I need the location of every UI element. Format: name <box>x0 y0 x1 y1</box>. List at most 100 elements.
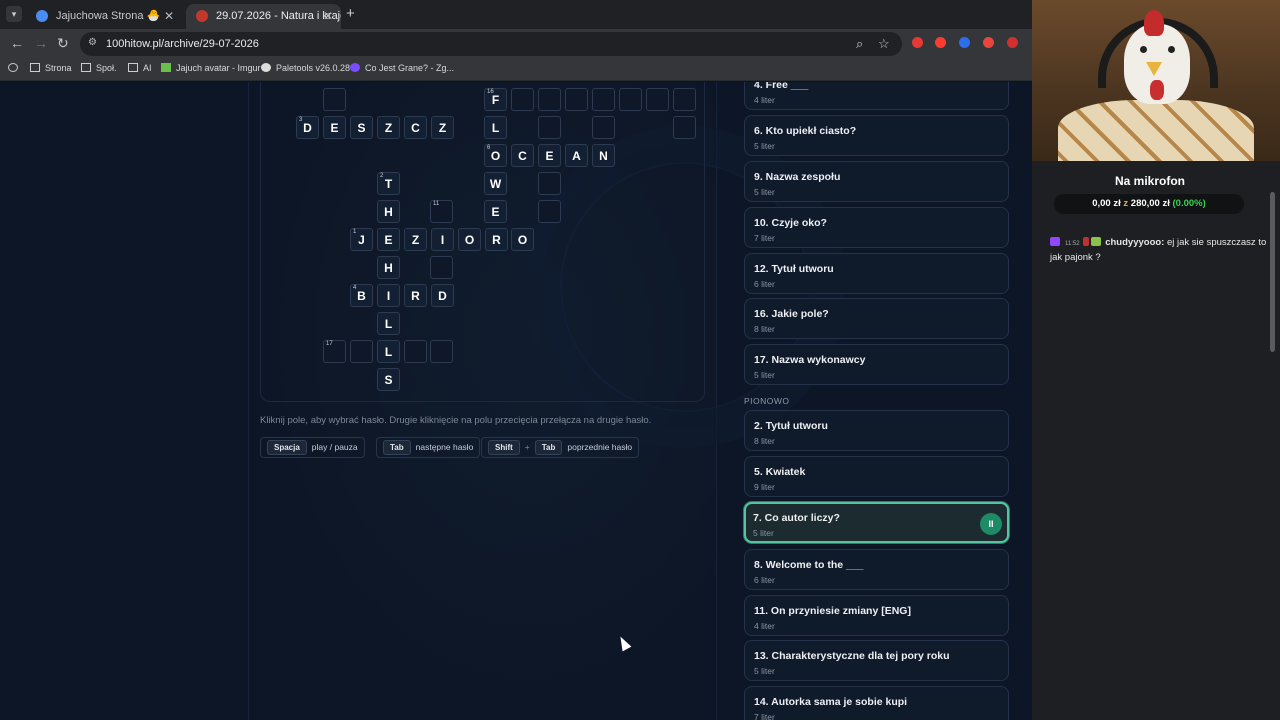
crossword-cell[interactable] <box>511 88 534 111</box>
clue-across-12[interactable]: 12. Tytuł utworu 6 liter <box>744 253 1009 294</box>
crossword-cell[interactable]: D <box>431 284 454 307</box>
crossword-cell[interactable]: 6O <box>484 144 507 167</box>
clue-down-14[interactable]: 14. Autorka sama je sobie kupi 7 liter <box>744 686 1009 720</box>
crossword-cell[interactable]: O <box>458 228 481 251</box>
crossword-cell[interactable] <box>404 340 427 363</box>
clue-down-5[interactable]: 5. Kwiatek 9 liter <box>744 456 1009 497</box>
bookmark-paletools[interactable]: Paletools v26.0.28 <box>261 63 350 73</box>
crossword-cell[interactable]: E <box>538 144 561 167</box>
crossword-cell[interactable]: I <box>377 284 400 307</box>
crossword-cell[interactable] <box>538 88 561 111</box>
crossword-cell[interactable]: E <box>377 228 400 251</box>
youtube-extension-icon[interactable] <box>935 37 946 48</box>
crossword-cell[interactable]: S <box>377 368 400 391</box>
bookmark-strona[interactable]: Strona <box>30 63 72 73</box>
close-icon[interactable]: ✕ <box>164 4 174 29</box>
crossword-cell[interactable]: I <box>431 228 454 251</box>
crossword-cell[interactable]: 3D <box>296 116 319 139</box>
crossword-cell[interactable]: L <box>484 116 507 139</box>
crossword-cell[interactable] <box>538 172 561 195</box>
reload-icon[interactable]: ↻ <box>57 35 69 52</box>
crossword-cell[interactable]: 11 <box>430 200 453 223</box>
crossword-cell[interactable]: N <box>592 144 615 167</box>
crossword-cell[interactable] <box>323 88 346 111</box>
crossword-cell[interactable] <box>350 340 373 363</box>
crossword-cell[interactable]: 4B <box>350 284 373 307</box>
new-tab-button[interactable]: + <box>346 5 355 22</box>
crossword-cell[interactable]: R <box>404 284 427 307</box>
crossword-cell[interactable]: 16 F <box>484 88 507 111</box>
crossword-cell[interactable]: 2T <box>377 172 400 195</box>
back-icon[interactable]: ← <box>10 35 24 51</box>
crossword-cell[interactable] <box>673 88 696 111</box>
crossword-cell[interactable] <box>565 88 588 111</box>
crossword-cell[interactable]: A <box>565 144 588 167</box>
globe-icon <box>261 63 271 72</box>
crossword-cell[interactable]: H <box>377 256 400 279</box>
site-info-icon[interactable]: ⚙ <box>88 37 100 49</box>
sub-badge-icon <box>1082 237 1089 246</box>
star-icon[interactable]: ☆ <box>878 36 890 52</box>
crossword-cell[interactable]: E <box>484 200 507 223</box>
crossword-cell[interactable]: L <box>377 340 400 363</box>
crossword-cell[interactable]: H <box>377 200 400 223</box>
clue-across-16[interactable]: 16. Jakie pole? 8 liter <box>744 298 1009 339</box>
crossword-cell[interactable] <box>538 116 561 139</box>
clue-across-6[interactable]: 6. Kto upiekł ciasto? 5 liter <box>744 115 1009 156</box>
bookmark-imgur[interactable]: Jajuch avatar - Imgur <box>161 63 261 73</box>
clue-down-7-active[interactable]: 7. Co autor liczy? 5 liter II <box>744 502 1009 543</box>
clue-across-4[interactable]: 4. Free ___ 4 liter <box>744 82 1009 110</box>
crossword-cell[interactable]: W <box>484 172 507 195</box>
crossword-cell[interactable] <box>592 116 615 139</box>
crossword-cell[interactable]: C <box>511 144 534 167</box>
crossword-cell[interactable]: 1J <box>350 228 373 251</box>
chrome-apps-icon[interactable] <box>8 63 23 73</box>
bookmark-co-jest-grane[interactable]: Co Jest Grane? - Zg... <box>350 63 454 73</box>
crossword-cell[interactable]: L <box>377 312 400 335</box>
clue-across-10[interactable]: 10. Czyje oko? 7 liter <box>744 207 1009 248</box>
clue-down-13[interactable]: 13. Charakterystyczne dla tej pory roku 5… <box>744 640 1009 681</box>
crossword-cell[interactable] <box>430 256 453 279</box>
adblock-icon[interactable] <box>1007 37 1018 48</box>
clue-length: 9 liter <box>754 482 775 492</box>
extension-icon[interactable] <box>959 37 970 48</box>
clue-down-11[interactable]: 11. On przyniesie zmiany [ENG] 4 liter <box>744 595 1009 636</box>
crossword-cell[interactable]: Z <box>404 228 427 251</box>
zoom-icon[interactable]: ⌕ <box>856 36 863 52</box>
tab-search-button[interactable]: ▾ <box>6 6 22 22</box>
address-bar[interactable]: ⚙ 100hitow.pl/archive/29-07-2026 ⌕ ☆ <box>80 32 902 56</box>
chat-scrollbar[interactable] <box>1270 192 1275 352</box>
clue-length: 7 liter <box>754 712 775 720</box>
clue-across-9[interactable]: 9. Nazwa zespołu 5 liter <box>744 161 1009 202</box>
clue-down-8[interactable]: 8. Welcome to the ___ 6 liter <box>744 549 1009 590</box>
eye-icon <box>1168 46 1175 53</box>
crossword-cell[interactable] <box>538 200 561 223</box>
cell-letter: C <box>518 149 527 163</box>
crossword-cell[interactable] <box>619 88 642 111</box>
crossword-cell[interactable]: S <box>350 116 373 139</box>
crossword-cell[interactable]: O <box>511 228 534 251</box>
close-icon[interactable]: ✕ <box>323 4 333 29</box>
crossword-hint: Kliknij pole, aby wybrać hasło. Drugie k… <box>260 415 652 426</box>
extension-icon[interactable] <box>983 37 994 48</box>
clue-across-17[interactable]: 17. Nazwa wykonawcy 5 liter <box>744 344 1009 385</box>
crossword-cell[interactable]: 17 <box>323 340 346 363</box>
crossword-cell[interactable] <box>430 340 453 363</box>
crossword-cell[interactable]: C <box>404 116 427 139</box>
pause-button[interactable]: II <box>980 513 1002 535</box>
crossword-cell[interactable]: E <box>323 116 346 139</box>
bookmark-ai[interactable]: AI <box>128 63 152 73</box>
crossword-cell[interactable] <box>592 88 615 111</box>
tab-crossword[interactable]: 29.07.2026 - Natura i krajob ✕ <box>186 4 341 29</box>
clue-down-2[interactable]: 2. Tytuł utworu 8 liter <box>744 410 1009 451</box>
extension-icon[interactable] <box>912 37 923 48</box>
crossword-cell[interactable]: R <box>485 228 508 251</box>
bookmark-spol[interactable]: Społ. <box>81 63 117 73</box>
clue-length: 5 liter <box>754 666 775 676</box>
tab-jajuchowa[interactable]: Jajuchowa Strona 🐣 ✕ <box>26 4 182 29</box>
crossword-cell[interactable]: Z <box>377 116 400 139</box>
forward-icon[interactable]: → <box>34 35 48 51</box>
crossword-cell[interactable]: Z <box>431 116 454 139</box>
crossword-cell[interactable] <box>673 116 696 139</box>
crossword-cell[interactable] <box>646 88 669 111</box>
